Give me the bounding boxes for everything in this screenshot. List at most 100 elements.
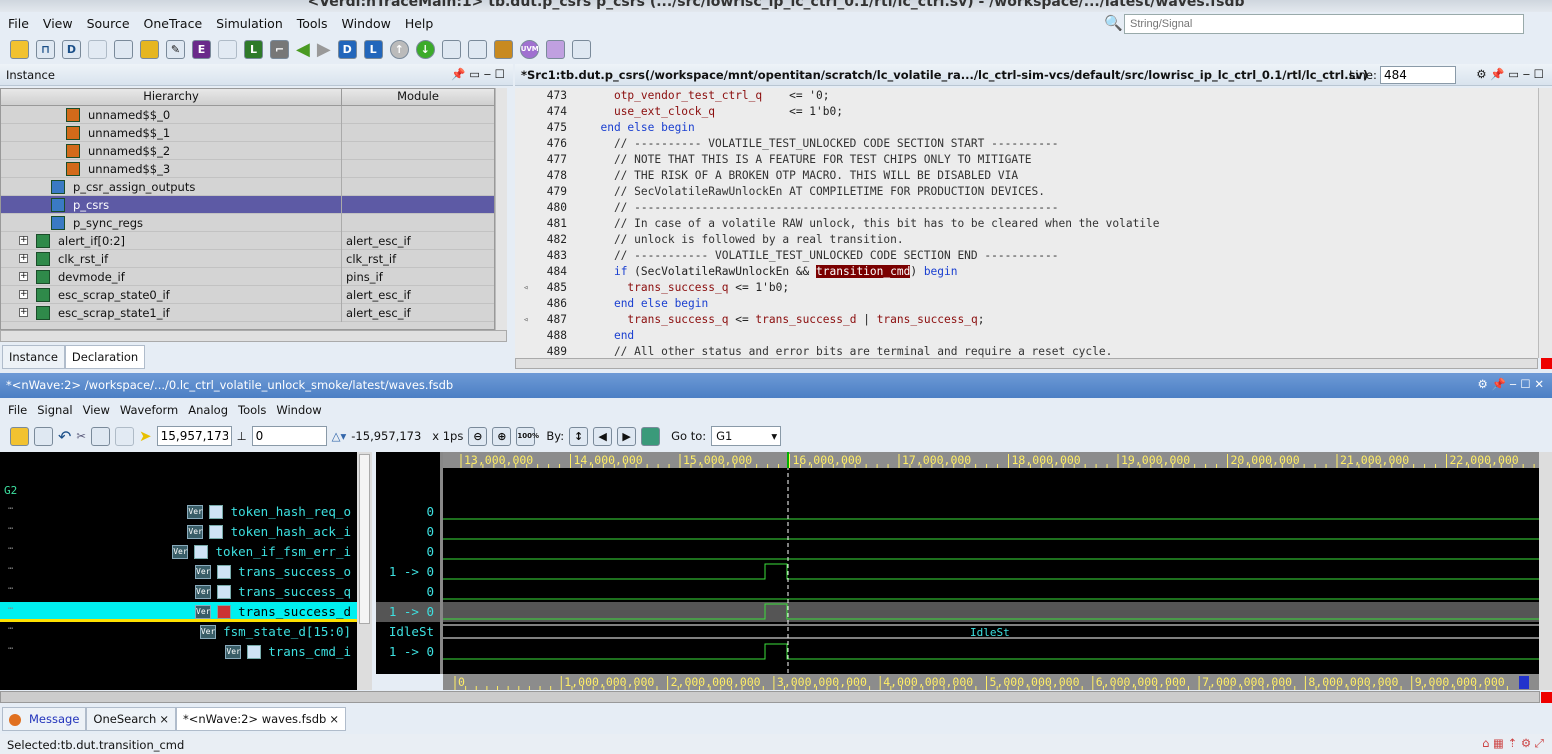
nwave-menu-waveform[interactable]: Waveform bbox=[120, 403, 178, 417]
tree-row[interactable]: unnamed$$_0 bbox=[1, 105, 494, 124]
apps-icon[interactable] bbox=[545, 39, 565, 59]
asm-icon[interactable] bbox=[571, 39, 591, 59]
document-icon[interactable] bbox=[218, 39, 237, 59]
tab-message[interactable]: Message bbox=[2, 707, 87, 731]
paste-icon[interactable] bbox=[115, 426, 135, 446]
undo-icon[interactable]: ↶ bbox=[58, 427, 71, 446]
hierarchy-icon[interactable] bbox=[88, 39, 107, 59]
signal-row[interactable]: trans_success_o Ver ⋯ bbox=[0, 562, 357, 582]
tab-nwave[interactable]: *<nWave:2> waves.fsdb × bbox=[175, 707, 346, 731]
reload-icon[interactable] bbox=[34, 426, 53, 446]
marker-flag-icon[interactable] bbox=[641, 426, 661, 446]
expand-icon[interactable]: + bbox=[19, 235, 28, 245]
menu-source[interactable]: Source bbox=[87, 16, 130, 31]
column-header-hierarchy[interactable]: Hierarchy bbox=[1, 89, 342, 105]
cursor-icon[interactable]: ➤ bbox=[139, 427, 152, 445]
tree-vertical-scrollbar[interactable] bbox=[495, 88, 507, 330]
expand-icon[interactable]: + bbox=[19, 271, 28, 281]
search-icon[interactable]: 🔍 bbox=[1104, 14, 1123, 32]
delta-icon[interactable]: △▾ bbox=[332, 429, 347, 443]
edit-icon[interactable]: ✎ bbox=[166, 39, 185, 59]
signal-row[interactable]: trans_success_q Ver ⋯ bbox=[0, 582, 357, 602]
expand-icon[interactable]: + bbox=[19, 289, 28, 299]
source-vertical-scrollbar[interactable] bbox=[1538, 88, 1552, 358]
menu-window[interactable]: Window bbox=[342, 16, 391, 31]
nwave-menu-window[interactable]: Window bbox=[276, 403, 321, 417]
menu-file[interactable]: File bbox=[8, 16, 29, 31]
group-label[interactable]: G2 bbox=[0, 484, 357, 502]
arrow-right-icon[interactable]: ▶ bbox=[317, 39, 331, 60]
load-icon[interactable]: L bbox=[363, 39, 383, 59]
column-header-module[interactable]: Module bbox=[342, 89, 494, 105]
search-next-icon[interactable]: ▶ bbox=[617, 426, 637, 446]
menu-tools[interactable]: Tools bbox=[297, 16, 328, 31]
open-folder-icon[interactable] bbox=[10, 39, 29, 59]
arrow-left-icon[interactable]: ◀ bbox=[296, 39, 310, 60]
zoom-in-icon[interactable]: ⊕ bbox=[492, 426, 512, 446]
marker-time-input[interactable] bbox=[251, 426, 327, 446]
uvm-icon[interactable]: UVM bbox=[519, 39, 539, 59]
down-icon[interactable]: ↓ bbox=[415, 39, 435, 59]
search-input[interactable] bbox=[1124, 14, 1524, 34]
source-code-view[interactable]: 473 otp_vendor_test_ctrl_q <= '0; 474 use… bbox=[515, 88, 1538, 358]
copy-icon[interactable] bbox=[91, 426, 111, 446]
split-icon[interactable] bbox=[441, 39, 461, 59]
tree-row[interactable]: + alert_if[0:2] alert_esc_if bbox=[1, 231, 494, 250]
waveform-icon[interactable]: ⊓ bbox=[36, 39, 55, 59]
close-icon[interactable]: × bbox=[329, 712, 339, 726]
source-horizontal-scrollbar[interactable] bbox=[515, 358, 1538, 369]
cut-icon[interactable]: ✂ bbox=[76, 429, 86, 443]
bookmark-icon[interactable] bbox=[493, 39, 513, 59]
nwave-menu-view[interactable]: View bbox=[83, 403, 110, 417]
tree-row[interactable]: + esc_scrap_state1_if alert_esc_if bbox=[1, 303, 494, 322]
state-icon[interactable] bbox=[114, 39, 133, 59]
search-by-icon[interactable]: ↕ bbox=[569, 426, 589, 446]
nwave-menu-signal[interactable]: Signal bbox=[37, 403, 72, 417]
schematic-icon[interactable]: D bbox=[62, 39, 81, 59]
menu-view[interactable]: View bbox=[43, 16, 73, 31]
tab-instance[interactable]: Instance bbox=[2, 345, 65, 369]
close-icon[interactable]: × bbox=[159, 712, 169, 726]
search-prev-icon[interactable]: ◀ bbox=[593, 426, 613, 446]
tree-row[interactable]: unnamed$$_1 bbox=[1, 123, 494, 142]
tab-onesearch[interactable]: OneSearch × bbox=[86, 707, 176, 731]
expand-icon[interactable]: + bbox=[19, 253, 28, 263]
tree-row[interactable]: unnamed$$_3 bbox=[1, 159, 494, 178]
signal-list-scrollbar[interactable] bbox=[357, 452, 372, 690]
highlighted-signal[interactable]: transition_cmd bbox=[816, 265, 911, 278]
tree-row[interactable]: p_csr_assign_outputs bbox=[1, 177, 494, 196]
trace-load-icon[interactable]: L bbox=[244, 39, 263, 59]
tab-declaration[interactable]: Declaration bbox=[64, 345, 146, 369]
driver-icon[interactable]: D bbox=[337, 39, 357, 59]
tree-row[interactable]: + esc_scrap_state0_if alert_esc_if bbox=[1, 285, 494, 304]
line-number-input[interactable] bbox=[1380, 66, 1456, 84]
tree-row[interactable]: p_csrs bbox=[1, 195, 494, 214]
pane-controls[interactable]: 📌 ▭ ‒ ☐ bbox=[451, 67, 505, 81]
zoom-out-icon[interactable]: ⊖ bbox=[468, 426, 488, 446]
e-icon[interactable]: E bbox=[192, 39, 211, 59]
signal-row[interactable]: token_hash_req_o Ver ⋯ bbox=[0, 502, 357, 522]
marker-icon[interactable]: ⊥ bbox=[237, 429, 247, 443]
wave-vertical-scrollbar[interactable] bbox=[1539, 452, 1552, 690]
signal-row[interactable]: trans_cmd_i Ver ⋯ bbox=[0, 642, 357, 662]
folder-icon[interactable] bbox=[140, 39, 159, 59]
menu-help[interactable]: Help bbox=[405, 16, 434, 31]
zoom-fit-icon[interactable]: 100% bbox=[516, 426, 539, 446]
tree-row[interactable]: unnamed$$_2 bbox=[1, 141, 494, 160]
up-icon[interactable]: ↑ bbox=[389, 39, 409, 59]
pane-controls[interactable]: ⚙ 📌 ▭ ‒ ☐ bbox=[1476, 67, 1544, 81]
merge-icon[interactable] bbox=[467, 39, 487, 59]
wave-horizontal-scrollbar[interactable] bbox=[0, 691, 1540, 703]
tree-row[interactable]: + clk_rst_if clk_rst_if bbox=[1, 249, 494, 268]
pane-controls[interactable]: ⚙ 📌 ‒ ☐ ✕ bbox=[1477, 377, 1544, 391]
menu-simulation[interactable]: Simulation bbox=[216, 16, 283, 31]
signal-row[interactable]: token_if_fsm_err_i Ver ⋯ bbox=[0, 542, 357, 562]
cursor-time-input[interactable] bbox=[156, 426, 232, 446]
status-icons[interactable]: ⌂ ▦ ⇡ ⚙ ⤢ bbox=[1482, 736, 1544, 751]
nwave-menu-tools[interactable]: Tools bbox=[238, 403, 266, 417]
tree-horizontal-scrollbar[interactable] bbox=[0, 330, 507, 342]
goto-select[interactable]: G1 ▾ bbox=[711, 426, 782, 446]
nwave-menu-file[interactable]: File bbox=[8, 403, 27, 417]
tree-row[interactable]: p_sync_regs bbox=[1, 213, 494, 232]
menu-onetrace[interactable]: OneTrace bbox=[144, 16, 203, 31]
